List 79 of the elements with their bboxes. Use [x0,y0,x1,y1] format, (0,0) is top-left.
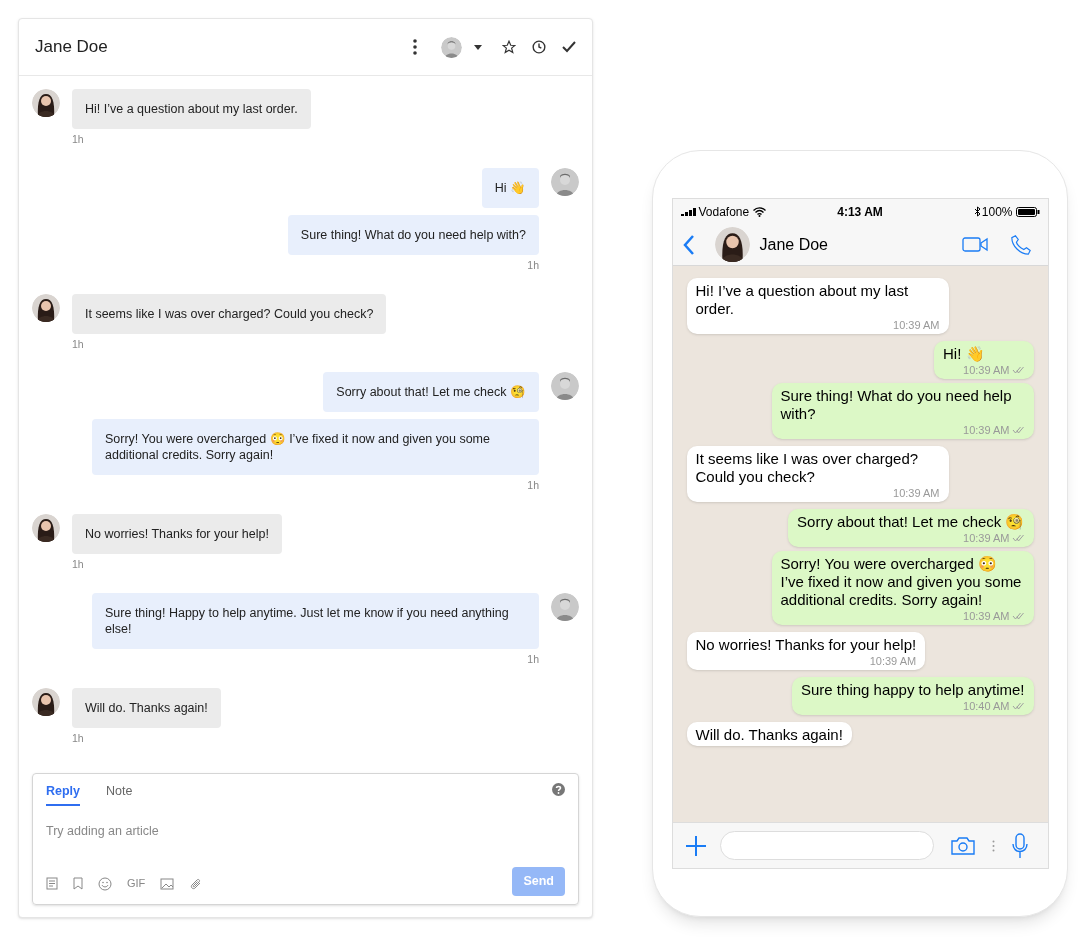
message-time: 10:39 AM [892,486,940,500]
message-time: 10:39 AM [962,363,1010,377]
message-text: It seems like I was over charged? Could you check? [695,450,919,485]
read-ticks-icon [1011,534,1025,542]
message-time: 1h [527,257,539,273]
message-text: Sure thing happy to help anytime! [801,681,1025,698]
check-icon[interactable] [562,41,576,53]
wifi-icon [753,206,767,217]
message-input[interactable] [719,831,934,860]
message-bubble: Sorry! You were overcharged 😳 I’ve fixed it now and given you some additional credits. Sorry again! [92,419,539,476]
article-icon[interactable] [46,877,58,891]
message-text: Sorry about that! Let me check 🧐 [797,513,1025,530]
signal-icon [680,207,696,216]
composer-tab[interactable]: Reply [46,782,81,806]
video-call-icon[interactable] [961,237,988,252]
avatar-icon [551,372,579,401]
contact-name: Jane Doe [759,234,829,255]
message-bubble: Sorry about that! Let me check 🧐 [323,372,539,413]
star-icon[interactable] [502,40,516,54]
read-ticks-icon [1011,702,1025,710]
message-bubble: Sure thing! What do you need help with? [287,214,539,255]
message-time: 1h [527,478,539,494]
composer-tab[interactable]: Note [106,782,133,806]
message-time: 1h [72,132,85,147]
phone-call-icon[interactable] [1009,233,1032,256]
message-time: 10:39 AM [892,318,940,332]
message-bubble: It seems like I was over charged? Could you check? [72,293,387,334]
carrier-name: Vodafone [698,203,750,221]
caret-icon[interactable] [474,44,482,50]
read-ticks-icon [1011,612,1025,620]
camera-icon[interactable] [950,836,975,855]
message-time: 10:39 AM [868,654,917,668]
avatar-icon [441,36,462,58]
message-bubble: Hi 👋 [481,167,539,208]
message-time: 1h [72,336,85,352]
avatar-icon [714,227,750,262]
battery-icon [1015,206,1040,217]
more-icon[interactable] [413,39,417,55]
read-ticks-icon [1011,426,1025,434]
conversation-title: Jane Doe [35,36,109,59]
clock-icon[interactable] [532,40,546,54]
avatar-icon [551,592,579,621]
help-icon[interactable] [552,783,565,796]
back-icon[interactable] [682,234,695,255]
bluetooth-icon [973,206,981,217]
message-text: Will do. Thanks again! [695,726,843,743]
image-icon[interactable] [160,877,175,890]
message-bubble: Sure thing! Happy to help anytime. Just let me know if you need anything else! [92,592,539,649]
message-bubble: Will do. Thanks again! [72,687,221,728]
avatar-icon [32,293,60,322]
message-text: Hi! I’ve a question about my last order. [695,282,909,317]
message-time: 1h [72,557,85,572]
plus-icon[interactable] [685,835,706,856]
gif-button[interactable]: GIF [127,875,146,892]
avatar-icon [32,89,60,117]
message-time: 1h [527,651,539,667]
battery-percent: 100% [981,203,1013,221]
reply-input[interactable]: Try adding an article [46,821,565,841]
message-text: Sorry! You were overcharged 😳 I’ve fixed it now and given you some additional credits. Sorry again! [780,555,1022,608]
avatar-icon [551,167,579,196]
message-text: Sure thing! What do you need help with? [780,387,1012,422]
attachment-icon[interactable] [189,877,203,891]
message-time: 10:39 AM [962,609,1010,623]
message-time: 10:39 AM [962,423,1010,437]
message-bubble: Hi! I’ve a question about my last order. [72,89,311,129]
avatar-icon [32,514,60,542]
message-time: 10:40 AM [962,699,1010,713]
status-time: 4:13 AM [836,203,884,221]
message-text: No worries! Thanks for your help! [695,636,917,653]
avatar-icon [32,687,60,716]
message-time: 10:39 AM [962,531,1010,545]
microphone-icon[interactable] [1011,832,1028,859]
message-text: Hi! 👋 [943,345,985,362]
message-bubble: No worries! Thanks for your help! [72,514,282,554]
separator-dots-icon [991,839,995,852]
bookmark-icon[interactable] [73,877,83,891]
emoji-icon[interactable] [98,876,112,891]
message-time: 1h [72,730,85,746]
read-ticks-icon [1011,366,1025,374]
